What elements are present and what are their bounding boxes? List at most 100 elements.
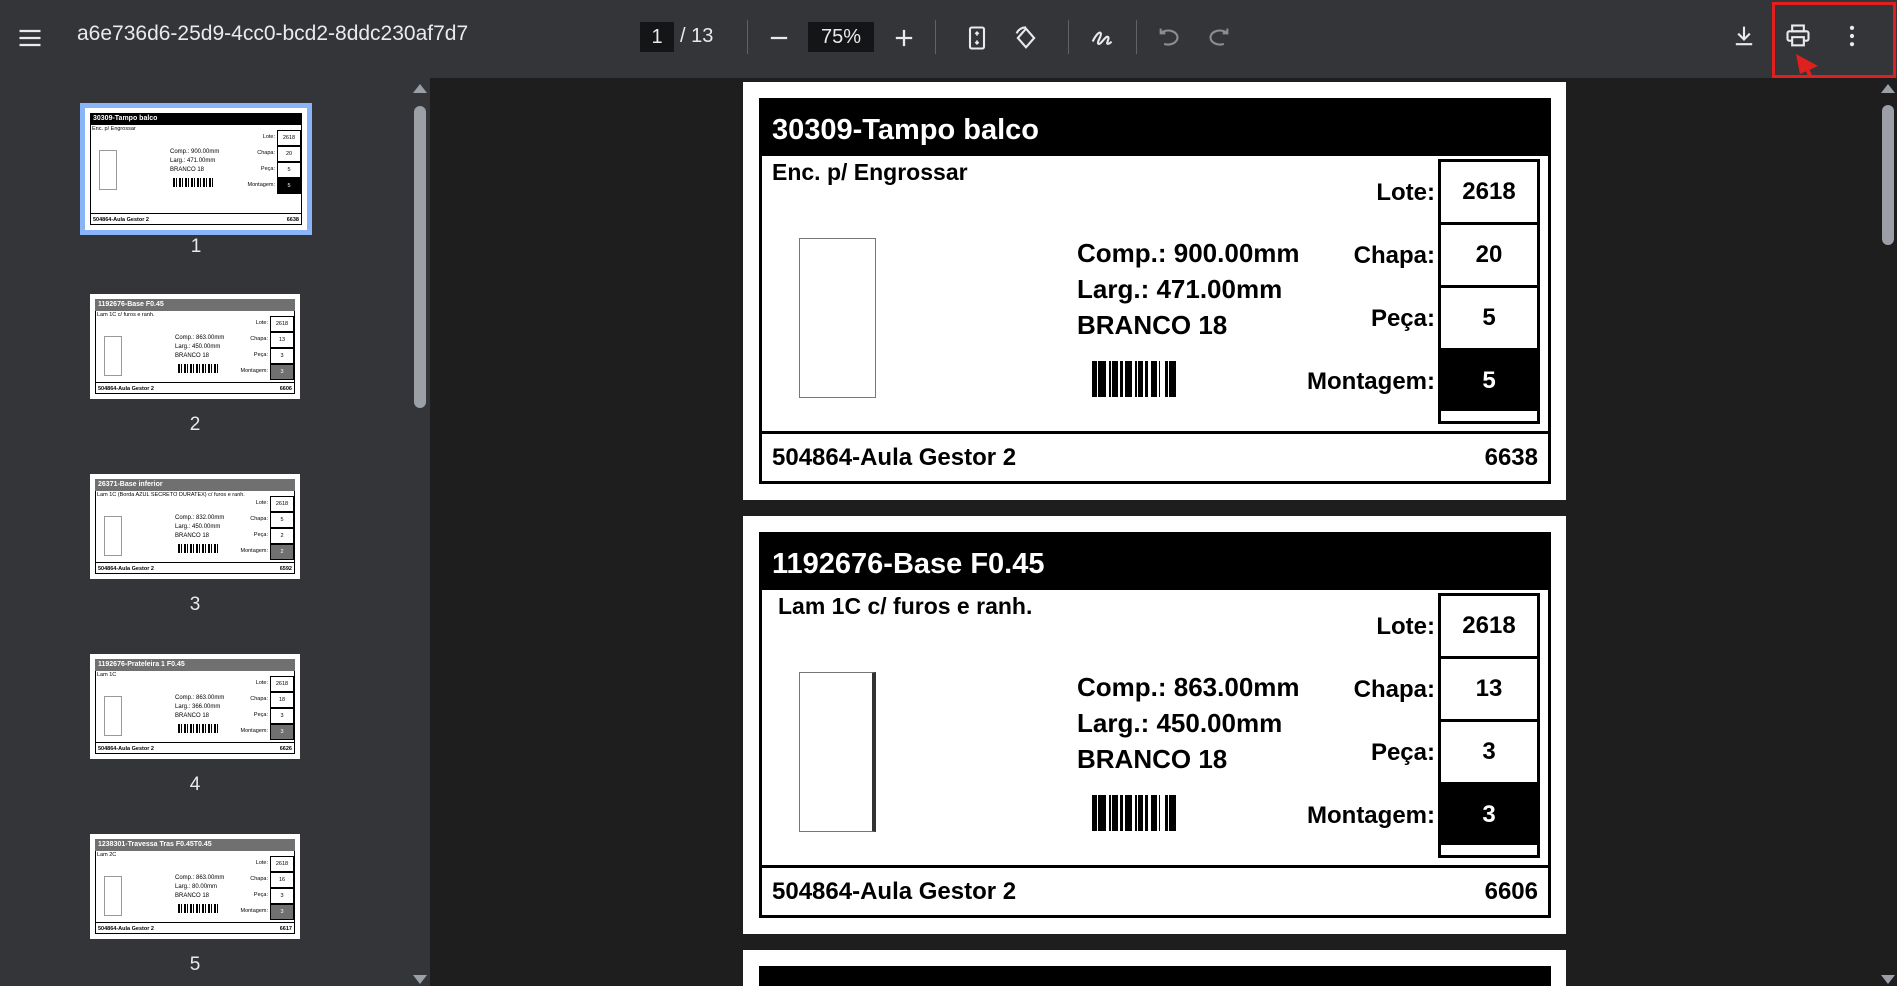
thumb-lote-label: Lote: bbox=[255, 320, 268, 326]
thumb-peca-label: Peça: bbox=[253, 892, 268, 898]
redo-icon bbox=[1209, 28, 1229, 46]
thumb-larg: Larg.: 471.00mm bbox=[170, 158, 216, 164]
page-thumbnail[interactable]: 30309-Tampo balco Enc. p/ Engrossar Comp… bbox=[80, 103, 312, 235]
zoom-out-button[interactable] bbox=[757, 16, 801, 60]
page-thumbnail[interactable]: 1238301-Travessa Tras F0.45T0.45 Lam 2C … bbox=[90, 834, 300, 939]
page-thumbnail[interactable]: 1192676-Prateleira 1 F0.45 Lam 1C Comp.:… bbox=[90, 654, 300, 759]
fit-page-button[interactable] bbox=[955, 16, 999, 60]
thumb-larg: Larg.: 366.00mm bbox=[175, 704, 221, 710]
thumb-lote: 2618 bbox=[270, 496, 294, 512]
thumb-montagem-label: Montagem: bbox=[240, 728, 268, 734]
thumb-dimensions: Comp.: 863.00mm Larg.: 80.00mm BRANCO 18 bbox=[175, 874, 224, 901]
scroll-down-arrow-icon[interactable] bbox=[413, 975, 427, 984]
label-chapa-key: Chapa: bbox=[1353, 242, 1435, 269]
thumb-comp: Comp.: 900.00mm bbox=[170, 149, 220, 155]
download-button[interactable] bbox=[1722, 14, 1766, 58]
thumb-peca: 3 bbox=[270, 888, 294, 904]
scroll-down-arrow-icon[interactable] bbox=[1881, 975, 1895, 984]
thumb-footer: 504864-Aula Gestor 2 6626 bbox=[95, 742, 295, 754]
label-subtitle: Enc. p/ Engrossar bbox=[772, 159, 968, 185]
thumb-chapa: 16 bbox=[270, 872, 294, 888]
thumb-dimensions: Comp.: 863.00mm Larg.: 366.00mm BRANCO 1… bbox=[175, 694, 224, 721]
thumb-part-shape bbox=[104, 696, 122, 736]
thumb-larg: Larg.: 450.00mm bbox=[175, 524, 221, 530]
scroll-up-arrow-icon[interactable] bbox=[1881, 84, 1895, 93]
page-3-partial bbox=[743, 950, 1566, 986]
label-peca-key: Peça: bbox=[1370, 305, 1435, 332]
label-footer: 504864-Aula Gestor 2 6638 bbox=[762, 431, 1548, 481]
toolbar: a6e736d6-25d9-4cc0-bcd2-8ddc230af7d7 1 /… bbox=[0, 0, 1897, 78]
thumb-subtitle: Lam 2C bbox=[97, 852, 117, 858]
label-chapa-value: 13 bbox=[1441, 656, 1537, 719]
thumb-footer: 504864-Aula Gestor 2 6592 bbox=[95, 562, 295, 574]
thumb-material: BRANCO 18 bbox=[175, 893, 210, 899]
viewer-scroll-thumb[interactable] bbox=[1882, 105, 1894, 245]
document-viewer[interactable]: 30309-Tampo balco Enc. p/ Engrossar Comp… bbox=[430, 78, 1877, 986]
thumbnail-sidebar: 30309-Tampo balco Enc. p/ Engrossar Comp… bbox=[0, 78, 410, 986]
label-montagem-key: Montagem: bbox=[1307, 802, 1435, 829]
thumb-lote-label: Lote: bbox=[255, 680, 268, 686]
thumb-chapa-label: Chapa: bbox=[257, 150, 275, 156]
thumb-peca: 2 bbox=[270, 528, 294, 544]
fit-page-icon bbox=[968, 26, 986, 50]
label-footer-left: 504864-Aula Gestor 2 bbox=[772, 878, 1017, 905]
zoom-input[interactable]: 75% bbox=[808, 22, 874, 52]
thumb-chapa: 13 bbox=[270, 332, 294, 348]
redo-button[interactable] bbox=[1196, 16, 1240, 60]
rotate-icon bbox=[1015, 26, 1036, 49]
thumb-peca-label: Peça: bbox=[260, 166, 275, 172]
label-larg: Larg.: 450.00mm bbox=[1077, 708, 1283, 738]
thumbnail-page-number: 4 bbox=[189, 774, 201, 795]
thumb-title: 1192676-Base F0.45 bbox=[95, 299, 295, 311]
label-lote-value: 2618 bbox=[1441, 159, 1537, 222]
label-barcode bbox=[1092, 361, 1247, 397]
thumb-chapa-label: Chapa: bbox=[250, 336, 268, 342]
thumb-footer: 504864-Aula Gestor 2 6606 bbox=[95, 382, 295, 394]
rotate-button[interactable] bbox=[1004, 16, 1048, 60]
page-thumbnail[interactable]: 1192676-Base F0.45 Lam 1C c/ furos e ran… bbox=[90, 294, 300, 399]
scroll-up-arrow-icon[interactable] bbox=[413, 84, 427, 93]
part-shape bbox=[799, 238, 876, 398]
page-thumbnail[interactable]: 26371-Base inferior Lam 1C (Borda AZUL S… bbox=[90, 474, 300, 579]
thumb-title: 1192676-Prateleira 1 F0.45 bbox=[95, 659, 295, 671]
thumb-dimensions: Comp.: 863.00mm Larg.: 450.00mm BRANCO 1… bbox=[175, 334, 224, 361]
draw-button[interactable] bbox=[1080, 16, 1124, 60]
label-chapa-key: Chapa: bbox=[1353, 676, 1435, 703]
page-number-input[interactable]: 1 bbox=[640, 22, 674, 52]
thumb-subtitle: Lam 1C bbox=[97, 672, 117, 678]
thumb-title: 26371-Base inferior bbox=[95, 479, 295, 491]
thumb-lote-label: Lote: bbox=[262, 134, 275, 140]
thumbnail-page-number: 1 bbox=[190, 236, 202, 257]
menu-icon[interactable] bbox=[8, 16, 52, 60]
label-material: BRANCO 18 bbox=[1077, 744, 1228, 774]
thumb-peca: 3 bbox=[270, 348, 294, 364]
undo-button[interactable] bbox=[1148, 16, 1192, 60]
thumb-chapa-label: Chapa: bbox=[250, 696, 268, 702]
part-label: 1192676-Base F0.45 Lam 1C c/ furos e ran… bbox=[759, 532, 1551, 918]
thumbnail-page-number: 5 bbox=[189, 954, 201, 975]
thumb-material: BRANCO 18 bbox=[175, 353, 210, 359]
thumb-montagem: 3 bbox=[270, 904, 294, 920]
thumb-lote: 2618 bbox=[270, 856, 294, 872]
draw-icon bbox=[1091, 31, 1113, 45]
thumb-montagem: 5 bbox=[277, 178, 301, 194]
thumb-value-column: 2618 18 3 3 bbox=[270, 676, 294, 740]
zoom-in-button[interactable] bbox=[882, 16, 926, 60]
minus-icon bbox=[770, 36, 788, 40]
thumb-comp: Comp.: 863.00mm bbox=[175, 695, 225, 701]
label-footer-left: 504864-Aula Gestor 2 bbox=[772, 444, 1017, 471]
thumb-montagem-label: Montagem: bbox=[240, 368, 268, 374]
thumb-larg: Larg.: 80.00mm bbox=[175, 884, 218, 890]
thumb-barcode bbox=[178, 724, 218, 733]
thumbnail-page-number: 3 bbox=[189, 594, 201, 615]
document-title: a6e736d6-25d9-4cc0-bcd2-8ddc230af7d7 bbox=[77, 22, 469, 45]
label-chapa-value: 20 bbox=[1441, 222, 1537, 285]
thumb-barcode bbox=[173, 178, 213, 187]
separator bbox=[1136, 20, 1137, 54]
label-footer: 504864-Aula Gestor 2 6606 bbox=[762, 865, 1548, 915]
thumb-comp: Comp.: 863.00mm bbox=[175, 335, 225, 341]
sidebar-scroll-thumb[interactable] bbox=[414, 106, 426, 408]
thumb-montagem-label: Montagem: bbox=[240, 908, 268, 914]
label-peca-value: 5 bbox=[1441, 285, 1537, 348]
thumb-part-shape bbox=[104, 516, 122, 556]
